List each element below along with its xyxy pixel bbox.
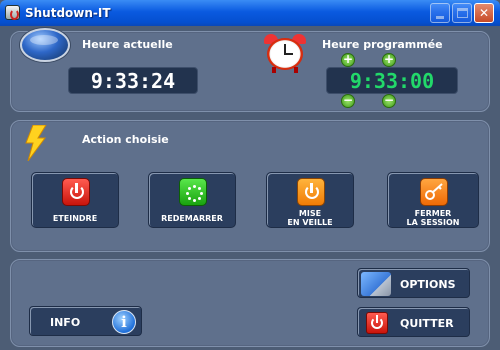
quit-label: QUITTER bbox=[400, 317, 454, 330]
hours-increment-button[interactable]: + bbox=[341, 53, 355, 67]
options-label: OPTIONS bbox=[400, 278, 456, 291]
options-window-icon bbox=[361, 272, 391, 296]
standby-button[interactable]: MISE EN VEILLE bbox=[266, 172, 354, 228]
standby-label-line2: EN VEILLE bbox=[287, 218, 333, 227]
logoff-label-line2: LA SESSION bbox=[406, 218, 460, 227]
hours-decrement-button[interactable]: − bbox=[341, 94, 355, 108]
minutes-decrement-button[interactable]: − bbox=[382, 94, 396, 108]
options-button[interactable]: OPTIONS bbox=[357, 268, 470, 298]
shutdown-label: ETEINDRE bbox=[52, 214, 98, 223]
standby-icon bbox=[297, 178, 325, 206]
quit-power-icon bbox=[366, 312, 388, 334]
restart-icon bbox=[179, 178, 207, 206]
close-icon: ✕ bbox=[478, 6, 490, 20]
current-time-display: 9:33:24 bbox=[68, 67, 198, 94]
quit-button[interactable]: QUITTER bbox=[357, 307, 470, 337]
key-icon bbox=[420, 178, 448, 206]
lightning-icon bbox=[25, 125, 47, 161]
action-label: Action choisie bbox=[82, 133, 169, 146]
maximize-button[interactable] bbox=[452, 3, 472, 23]
minutes-increment-button[interactable]: + bbox=[382, 53, 396, 67]
current-time-label: Heure actuelle bbox=[82, 38, 173, 51]
app-power-icon bbox=[5, 5, 20, 20]
close-button[interactable]: ✕ bbox=[474, 3, 494, 23]
restart-button[interactable]: REDEMARRER bbox=[148, 172, 236, 228]
alarm-clock-icon bbox=[262, 34, 308, 73]
scheduled-time-display[interactable]: 9:33:00 bbox=[326, 67, 458, 94]
title-bar[interactable]: Shutdown-IT ✕ bbox=[0, 0, 500, 26]
scheduled-time-label: Heure programmée bbox=[322, 38, 443, 51]
globe-icon bbox=[20, 28, 70, 62]
minimize-icon bbox=[436, 16, 444, 19]
restart-label: REDEMARRER bbox=[161, 214, 223, 223]
shutdown-button[interactable]: ETEINDRE bbox=[31, 172, 119, 228]
logoff-button[interactable]: FERMER LA SESSION bbox=[387, 172, 479, 228]
minimize-button[interactable] bbox=[430, 3, 450, 23]
window-title: Shutdown-IT bbox=[25, 6, 111, 20]
power-icon bbox=[62, 178, 90, 206]
info-icon: i bbox=[112, 310, 136, 334]
info-button[interactable]: INFO i bbox=[29, 306, 142, 336]
maximize-icon bbox=[457, 8, 468, 18]
info-label: INFO bbox=[50, 316, 81, 329]
